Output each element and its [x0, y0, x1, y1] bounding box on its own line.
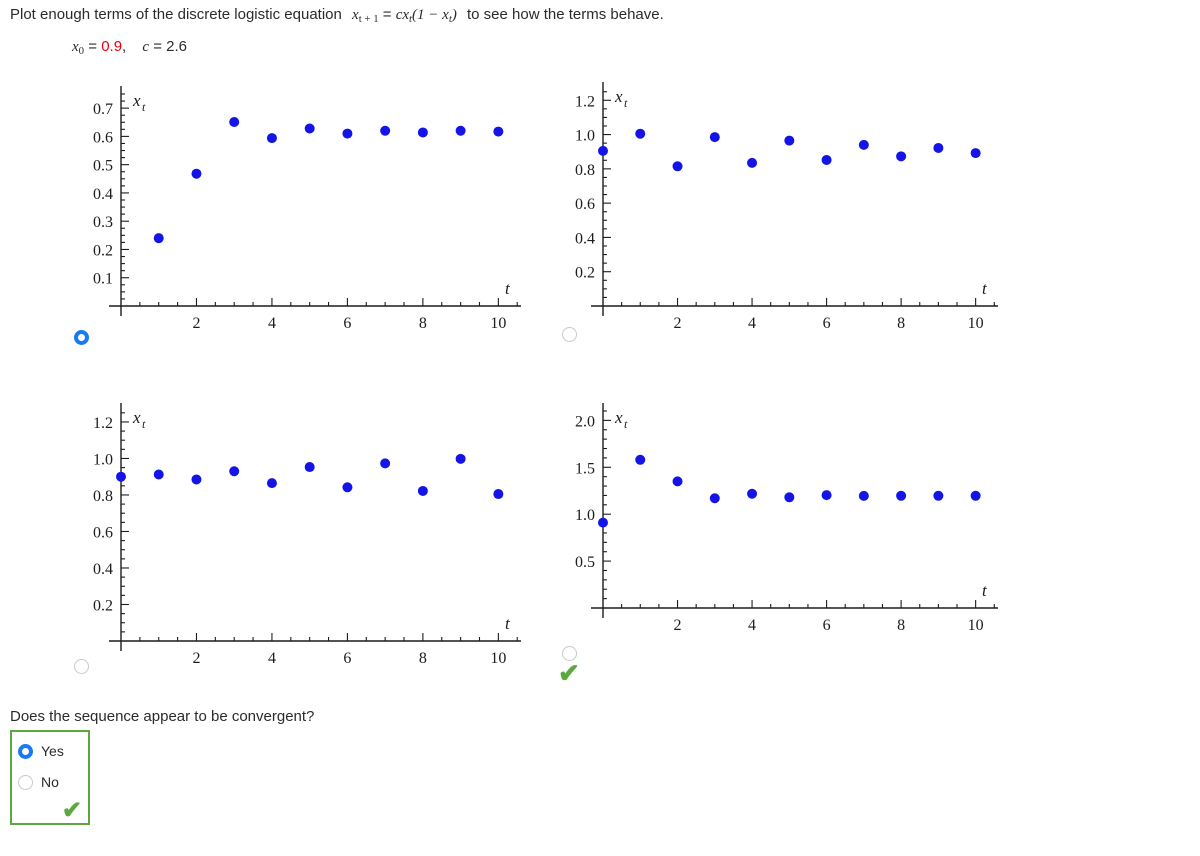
problem-statement: Plot enough terms of the discrete logist…	[10, 5, 664, 29]
svg-text:t: t	[142, 417, 146, 431]
answer-option-yes[interactable]: Yes	[18, 743, 64, 759]
svg-text:x: x	[132, 408, 141, 427]
svg-text:6: 6	[343, 650, 351, 667]
svg-text:8: 8	[419, 315, 427, 332]
svg-text:t: t	[982, 279, 988, 298]
convergence-question: Does the sequence appear to be convergen…	[10, 708, 315, 725]
equation-rhs-coeff: cx	[395, 7, 410, 23]
equation-lhs-subscript: t + 1	[358, 13, 379, 26]
radio-no[interactable]	[18, 774, 33, 790]
radio-choice-a[interactable]	[74, 330, 89, 345]
svg-text:0.6: 0.6	[93, 524, 113, 541]
svg-text:0.7: 0.7	[93, 101, 113, 118]
svg-text:0.6: 0.6	[93, 129, 113, 146]
x0-label: x	[72, 39, 79, 55]
choice-b-plot[interactable]: 2 4 6 8 10 0.2 0.4 0.6 0.8 1.0 1.2 t x t	[548, 68, 1018, 353]
choice-a-plot[interactable]: 2 4 6 8 10 0.1 0.2 0.3 0.4 0.5 0.6 0.7 t x t	[60, 68, 540, 353]
svg-text:1.2: 1.2	[575, 93, 595, 110]
choice-c-plot[interactable]: 2 4 6 8 10 0.2 0.4 0.6 0.8 1.0 1.2 t x t	[60, 393, 540, 683]
svg-text:1.0: 1.0	[575, 507, 595, 524]
svg-text:6: 6	[823, 617, 831, 634]
svg-text:10: 10	[968, 315, 984, 332]
svg-text:2: 2	[674, 315, 682, 332]
svg-text:0.2: 0.2	[93, 242, 113, 259]
svg-text:8: 8	[419, 650, 427, 667]
scatter-plot-c: 2 4 6 8 100.20.40.60.81.01.2tx t	[93, 403, 521, 667]
svg-text:4: 4	[748, 315, 756, 332]
prompt-text-after: to see how the terms behave.	[467, 6, 664, 23]
answer-options-box: Yes No ✔	[10, 730, 90, 825]
scatter-plot-d: 2 4 6 8 100.51.01.52.0tx t	[575, 403, 998, 634]
svg-text:t: t	[505, 279, 511, 298]
radio-choice-b[interactable]	[562, 327, 577, 342]
parameter-line: x0 = 0.9, c = 2.6	[72, 38, 187, 57]
radio-choice-c[interactable]	[74, 659, 89, 674]
svg-text:x: x	[614, 408, 623, 427]
prompt-text-before: Plot enough terms of the discrete logist…	[10, 6, 342, 23]
svg-text:0.5: 0.5	[575, 554, 595, 571]
svg-text:0.2: 0.2	[575, 265, 595, 282]
svg-text:4: 4	[268, 315, 276, 332]
x0-subscript: 0	[78, 45, 85, 58]
equation-rhs-close: )	[451, 7, 457, 23]
svg-text:0.3: 0.3	[93, 214, 113, 231]
svg-text:t: t	[982, 581, 988, 600]
answer-label-no: No	[41, 774, 59, 790]
logistic-equation: xt + 1 = cxt(1 − xt)	[352, 6, 461, 26]
svg-text:2: 2	[192, 650, 200, 667]
answer-correct-check-icon: ✔	[61, 797, 82, 824]
svg-text:0.8: 0.8	[575, 162, 595, 179]
svg-text:0.8: 0.8	[93, 488, 113, 505]
svg-text:10: 10	[490, 650, 506, 667]
svg-text:0.4: 0.4	[575, 230, 595, 247]
correct-check-icon-d: ✔	[558, 658, 580, 688]
svg-text:0.4: 0.4	[93, 186, 113, 203]
answer-option-no[interactable]: No	[18, 774, 59, 790]
x0-equals: =	[88, 38, 98, 55]
svg-text:t: t	[624, 417, 628, 431]
c-equals: =	[153, 38, 162, 55]
param-comma: ,	[122, 38, 127, 55]
svg-text:1.5: 1.5	[575, 460, 595, 477]
svg-text:10: 10	[490, 315, 506, 332]
svg-text:x: x	[614, 87, 623, 106]
svg-text:0.5: 0.5	[93, 158, 113, 175]
answer-choice-grid: 2 4 6 8 10 0.1 0.2 0.3 0.4 0.5 0.6 0.7 t x t 2 4 6 8 10 0.2…	[0, 68, 1200, 688]
scatter-plot-b: 2 4 6 8 100.20.40.60.81.01.2tx t	[575, 82, 998, 332]
svg-text:8: 8	[897, 315, 905, 332]
svg-text:2.0: 2.0	[575, 413, 595, 430]
svg-text:1.2: 1.2	[93, 415, 113, 432]
svg-text:t: t	[624, 96, 628, 110]
svg-text:0.6: 0.6	[575, 196, 595, 213]
choice-d-plot[interactable]: 2 4 6 8 10 0.5 1.0 1.5 2.0 t x t	[548, 393, 1018, 683]
equation-equals: =	[382, 6, 392, 23]
equation-lhs-var: x	[352, 7, 359, 23]
svg-text:6: 6	[823, 315, 831, 332]
scatter-plot-a: 2 4 6 8 100.10.20.30.40.50.60.7tx t	[93, 86, 521, 332]
svg-text:0.2: 0.2	[93, 597, 113, 614]
svg-text:1.0: 1.0	[575, 128, 595, 145]
svg-text:6: 6	[343, 315, 351, 332]
svg-text:4: 4	[268, 650, 276, 667]
svg-text:2: 2	[674, 617, 682, 634]
radio-yes[interactable]	[18, 743, 33, 759]
svg-text:8: 8	[897, 617, 905, 634]
x0-value: 0.9	[101, 38, 123, 55]
svg-text:4: 4	[748, 617, 756, 634]
c-label: c	[142, 39, 150, 55]
svg-text:0.4: 0.4	[93, 561, 113, 578]
svg-text:2: 2	[192, 315, 200, 332]
svg-text:t: t	[505, 614, 511, 633]
svg-text:1.0: 1.0	[93, 451, 113, 468]
equation-rhs-open: (1 − x	[412, 7, 449, 23]
answer-label-yes: Yes	[41, 743, 64, 759]
c-value: 2.6	[166, 38, 188, 55]
svg-text:x: x	[132, 91, 141, 110]
svg-text:0.1: 0.1	[93, 271, 113, 288]
svg-text:10: 10	[968, 617, 984, 634]
svg-text:t: t	[142, 100, 146, 114]
